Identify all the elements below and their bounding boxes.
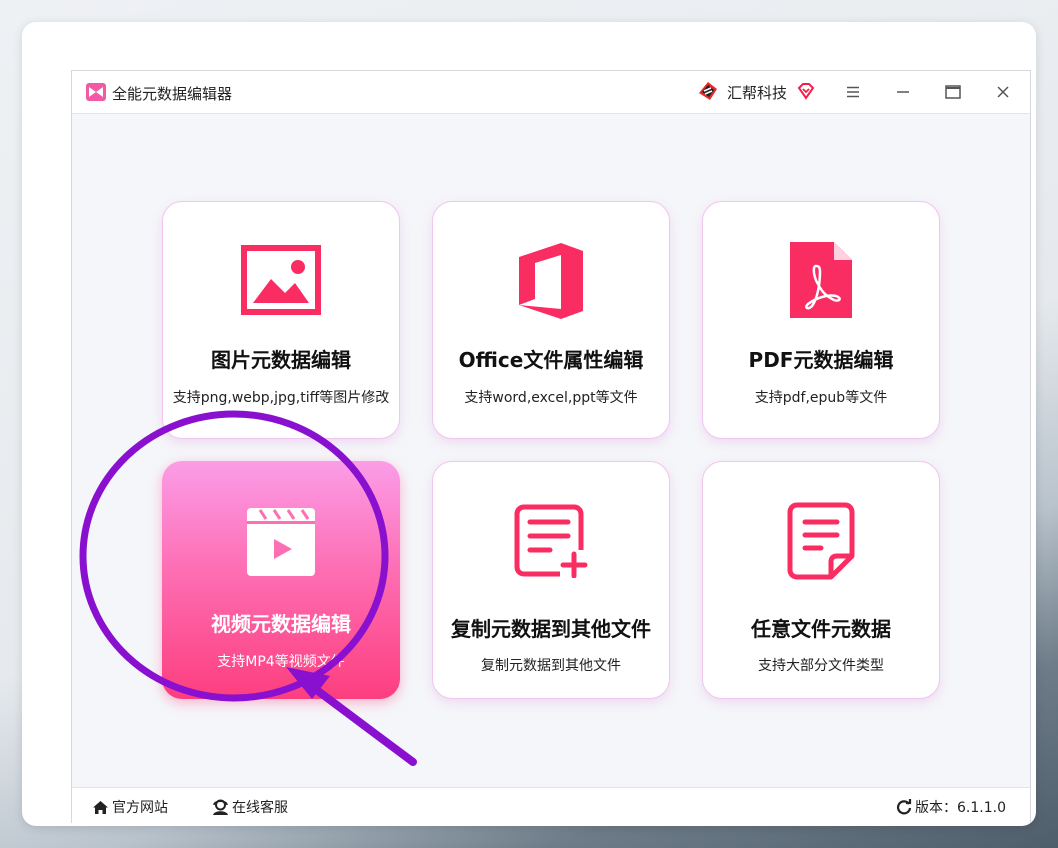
- brand-name: 汇帮科技: [727, 84, 788, 102]
- minimize-icon[interactable]: [888, 79, 918, 105]
- online-support-link[interactable]: 在线客服: [212, 797, 288, 817]
- app-window: 全能元数据编辑器 汇帮科技 图片元数据编辑 支持png,webp,jpg,tif…: [71, 70, 1031, 823]
- office-icon: [519, 243, 583, 319]
- image-icon: [241, 245, 321, 315]
- version-label: 版本：6.1.1.0: [915, 800, 1006, 816]
- app-title: 全能元数据编辑器: [112, 85, 233, 103]
- official-website-link[interactable]: 官方网站: [92, 797, 168, 817]
- card-description: 支持word,excel,ppt等文件: [464, 390, 638, 406]
- main-content: 图片元数据编辑 支持png,webp,jpg,tiff等图片修改 Office文…: [72, 114, 1030, 786]
- maximize-icon[interactable]: [938, 79, 968, 105]
- online-support-label: 在线客服: [232, 800, 288, 816]
- card-title: Office文件属性编辑: [458, 348, 644, 372]
- card-copy-metadata[interactable]: 复制元数据到其他文件 复制元数据到其他文件: [432, 461, 670, 699]
- brand-logo-icon: [699, 82, 717, 100]
- card-description: 复制元数据到其他文件: [481, 658, 621, 674]
- card-title: PDF元数据编辑: [748, 348, 894, 372]
- card-description: 支持pdf,epub等文件: [754, 390, 888, 406]
- customer-service-icon: [213, 799, 228, 815]
- menu-icon[interactable]: [838, 79, 868, 105]
- app-logo-icon: [86, 83, 106, 101]
- video-clapper-icon: [247, 508, 315, 576]
- card-description: 支持png,webp,jpg,tiff等图片修改: [172, 390, 390, 406]
- card-any-file-metadata[interactable]: 任意文件元数据 支持大部分文件类型: [702, 461, 940, 699]
- document-icon: [787, 502, 855, 580]
- card-description: 支持MP4等视频文件: [217, 654, 345, 670]
- pdf-icon: [790, 242, 852, 318]
- card-title: 视频元数据编辑: [211, 612, 351, 636]
- refresh-icon: [896, 799, 912, 815]
- card-office-properties[interactable]: Office文件属性编辑 支持word,excel,ppt等文件: [432, 201, 670, 439]
- official-website-label: 官方网站: [112, 800, 168, 816]
- card-pdf-metadata[interactable]: PDF元数据编辑 支持pdf,epub等文件: [702, 201, 940, 439]
- card-title: 任意文件元数据: [751, 617, 891, 641]
- title-bar: 全能元数据编辑器 汇帮科技: [72, 71, 1030, 114]
- card-description: 支持大部分文件类型: [758, 658, 884, 674]
- list-add-icon: [514, 504, 588, 578]
- card-title: 复制元数据到其他文件: [451, 617, 651, 641]
- close-icon[interactable]: [988, 79, 1018, 105]
- version-info: 版本：6.1.1.0: [896, 797, 1006, 817]
- status-bar: 官方网站 在线客服 版本：6.1.1.0: [72, 787, 1030, 823]
- card-image-metadata[interactable]: 图片元数据编辑 支持png,webp,jpg,tiff等图片修改: [162, 201, 400, 439]
- vip-diamond-icon[interactable]: [796, 81, 816, 101]
- card-title: 图片元数据编辑: [211, 348, 351, 372]
- home-icon: [93, 801, 108, 814]
- card-video-metadata[interactable]: 视频元数据编辑 支持MP4等视频文件: [162, 461, 400, 699]
- app-frame: 全能元数据编辑器 汇帮科技 图片元数据编辑 支持png,webp,jpg,tif…: [22, 22, 1036, 826]
